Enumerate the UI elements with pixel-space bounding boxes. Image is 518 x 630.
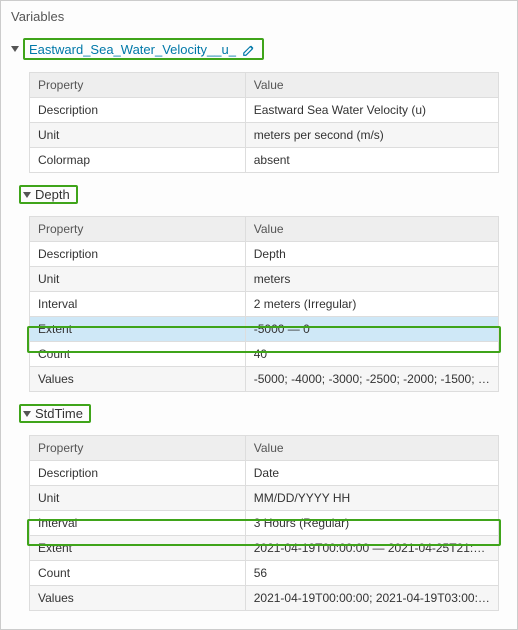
table-row-interval[interactable]: Interval 3 Hours (Regular) xyxy=(30,511,499,536)
val-cell: 2021-04-19T00:00:00 — 2021-04-25T21:00:0… xyxy=(245,536,498,561)
val-cell: Depth xyxy=(245,242,498,267)
variable-name[interactable]: Eastward_Sea_Water_Velocity__u_ xyxy=(29,42,236,57)
prop-cell: Count xyxy=(30,561,246,586)
val-cell: -5000; -4000; -3000; -2500; -2000; -1500… xyxy=(245,367,498,392)
val-cell: Date xyxy=(245,461,498,486)
stdtime-header[interactable]: StdTime xyxy=(19,404,91,423)
depth-properties-table: Property Value Description Depth Unit me… xyxy=(29,216,499,392)
prop-cell: Unit xyxy=(30,267,246,292)
val-cell: meters xyxy=(245,267,498,292)
col-header-property[interactable]: Property xyxy=(30,217,246,242)
table-row[interactable]: Description Depth xyxy=(30,242,499,267)
table-row[interactable]: Colormap absent xyxy=(30,148,499,173)
table-row[interactable]: Count 40 xyxy=(30,342,499,367)
val-cell: 2 meters (Irregular) xyxy=(245,292,498,317)
col-header-value[interactable]: Value xyxy=(245,73,498,98)
stdtime-properties-table: Property Value Description Date Unit MM/… xyxy=(29,435,499,611)
panel-title: Variables xyxy=(11,7,507,30)
prop-cell: Values xyxy=(30,586,246,611)
table-row[interactable]: Unit MM/DD/YYYY HH xyxy=(30,486,499,511)
val-cell: 56 xyxy=(245,561,498,586)
table-row[interactable]: Count 56 xyxy=(30,561,499,586)
depth-title: Depth xyxy=(35,187,70,202)
val-cell: absent xyxy=(245,148,498,173)
table-row[interactable]: Interval 2 meters (Irregular) xyxy=(30,292,499,317)
val-cell: 40 xyxy=(245,342,498,367)
chevron-down-icon xyxy=(11,46,19,52)
prop-cell: Unit xyxy=(30,123,246,148)
val-cell: 2021-04-19T00:00:00; 2021-04-19T03:00:00… xyxy=(245,586,498,611)
prop-cell: Description xyxy=(30,461,246,486)
col-header-value[interactable]: Value xyxy=(245,436,498,461)
col-header-value[interactable]: Value xyxy=(245,217,498,242)
table-row[interactable]: Values 2021-04-19T00:00:00; 2021-04-19T0… xyxy=(30,586,499,611)
table-row[interactable]: Unit meters xyxy=(30,267,499,292)
prop-cell: Description xyxy=(30,98,246,123)
table-row[interactable]: Description Eastward Sea Water Velocity … xyxy=(30,98,499,123)
val-cell: Eastward Sea Water Velocity (u) xyxy=(245,98,498,123)
prop-cell: Colormap xyxy=(30,148,246,173)
stdtime-title: StdTime xyxy=(35,406,83,421)
val-cell: -5000 — 0 xyxy=(245,317,498,342)
prop-cell: Extent xyxy=(30,536,246,561)
prop-cell: Interval xyxy=(30,292,246,317)
val-cell: 3 Hours (Regular) xyxy=(245,511,498,536)
table-row[interactable]: Extent 2021-04-19T00:00:00 — 2021-04-25T… xyxy=(30,536,499,561)
variable-properties-table: Property Value Description Eastward Sea … xyxy=(29,72,499,173)
chevron-down-icon xyxy=(23,411,31,417)
table-row[interactable]: Unit meters per second (m/s) xyxy=(30,123,499,148)
val-cell: meters per second (m/s) xyxy=(245,123,498,148)
prop-cell: Values xyxy=(30,367,246,392)
col-header-property[interactable]: Property xyxy=(30,436,246,461)
val-cell: MM/DD/YYYY HH xyxy=(245,486,498,511)
table-row[interactable]: Description Date xyxy=(30,461,499,486)
prop-cell: Extent xyxy=(30,317,246,342)
chevron-down-icon xyxy=(23,192,31,198)
table-row-extent[interactable]: Extent -5000 — 0 xyxy=(30,317,499,342)
prop-cell: Count xyxy=(30,342,246,367)
variable-header[interactable]: Eastward_Sea_Water_Velocity__u_ xyxy=(11,38,264,60)
table-row[interactable]: Values -5000; -4000; -3000; -2500; -2000… xyxy=(30,367,499,392)
col-header-property[interactable]: Property xyxy=(30,73,246,98)
variables-panel: Variables Eastward_Sea_Water_Velocity__u… xyxy=(0,0,518,630)
prop-cell: Interval xyxy=(30,511,246,536)
prop-cell: Description xyxy=(30,242,246,267)
depth-header[interactable]: Depth xyxy=(19,185,78,204)
edit-icon[interactable] xyxy=(242,43,256,57)
prop-cell: Unit xyxy=(30,486,246,511)
